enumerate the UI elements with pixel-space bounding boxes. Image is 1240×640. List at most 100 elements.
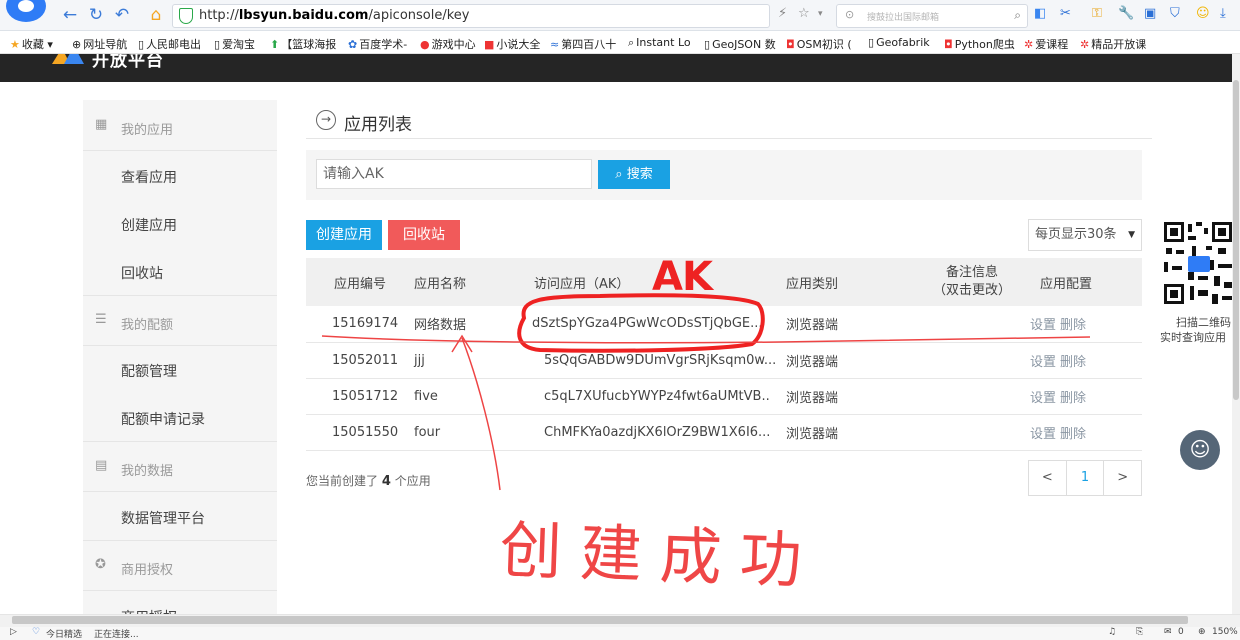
status-today[interactable]: 今日精选 [46, 627, 82, 640]
status-bar: ▷ ♡ 今日精选 正在连接... ♫ ⎘ ✉ 0 ⊕ 150% [0, 627, 1240, 640]
sidebar-item-label: 配额申请记录 [121, 412, 205, 428]
zoom-icon[interactable]: ⊕ [1198, 627, 1206, 637]
app-type: 浏览器端 [786, 318, 839, 334]
sidebar-toggle-icon[interactable]: ▷ [10, 627, 17, 637]
bookmark-item[interactable]: ≈ 第四百八十 [550, 36, 616, 52]
home-icon[interactable]: ⌂ [146, 4, 166, 26]
prev-page-button[interactable]: < [1029, 461, 1067, 495]
bookmark-item[interactable]: ✲ 精品开放课 [1080, 36, 1146, 52]
bookmark-item[interactable]: ⬆ 【篮球海报 [270, 36, 336, 52]
bookmarks-bar: ★ 收藏 ▾ ⊕ 网址导航 ▯ 人民邮电出 ▯ 爱淘宝 ⬆ 【篮球海报 ✿ 百度学术- ● 游… [0, 31, 1240, 54]
app-name: jjj [414, 352, 425, 368]
download-icon[interactable]: ⤓ [1220, 6, 1226, 22]
app-id: 15051712 [332, 388, 399, 404]
bookmark-item[interactable]: ▯ 爱淘宝 [214, 36, 255, 52]
bookmark-favorites[interactable]: ★ 收藏 ▾ [10, 36, 53, 52]
arrow-circle-icon: → [316, 110, 336, 130]
app-id: 15052011 [332, 352, 399, 368]
settings-link[interactable]: 设置 [1030, 391, 1056, 406]
page-header: → 应用列表 [306, 100, 1152, 139]
table-row: 15052011 jjj 5sQqGABDw9DUmVgrSRjKsqm0w..… [306, 342, 1142, 378]
sidebar-item-quota-manage[interactable]: 配额管理 [83, 345, 277, 393]
bookmark-item[interactable]: ■ 小说大全 [484, 36, 540, 52]
screenshot-icon[interactable]: ▣ [1144, 6, 1156, 22]
vertical-scroll-thumb[interactable] [1233, 80, 1239, 400]
delete-link[interactable]: 删除 [1060, 391, 1086, 406]
app-remark[interactable] [914, 414, 1030, 450]
chat-icon[interactable]: ☺ [1180, 430, 1220, 470]
browser-search-box[interactable]: ⊙ 搜鼓拉出国际邮箱 ⌕ [836, 4, 1028, 28]
bookmark-item[interactable]: ✿ 百度学术- [348, 36, 407, 52]
extension-icon[interactable]: ◧ [1034, 6, 1046, 22]
search-button-label: 搜索 [626, 167, 653, 182]
delete-link[interactable]: 删除 [1060, 427, 1086, 442]
list-icon: ☰ [95, 312, 107, 327]
caret-down-icon: ▼ [1128, 230, 1135, 240]
app-ak: c5qL7XUfucbYWYPz4fwt6aUMtVB.. [544, 388, 770, 404]
per-page-select[interactable]: 每页显示30条 ▼ [1028, 219, 1142, 251]
scissors-icon[interactable]: ✂ [1060, 6, 1071, 22]
address-bar[interactable]: http://lbsyun.baidu.com/apiconsole/key [172, 4, 770, 28]
bookmark-item[interactable]: ⌕ Instant Lo [628, 36, 691, 50]
bookmark-item[interactable]: ◘ Python爬虫 [944, 36, 1015, 52]
app-remark[interactable] [914, 342, 1030, 378]
page-button[interactable]: 1 [1067, 461, 1105, 495]
sidebar-item-recycle-bin[interactable]: 回收站 [83, 247, 277, 296]
bookmark-item[interactable]: ▯ GeoJSON 数 [704, 36, 776, 52]
sidebar-item-view-apps[interactable]: 查看应用 [83, 151, 277, 199]
delete-link[interactable]: 删除 [1060, 318, 1086, 333]
horizontal-scroll-thumb[interactable] [12, 616, 1188, 624]
app-ak: dSztSpYGza4PGwWcODsSTjQbGE... [532, 316, 763, 332]
browser-search-placeholder: 搜鼓拉出国际邮箱 [867, 13, 940, 23]
lightning-icon[interactable]: ⚡ [778, 6, 787, 22]
sidebar-item-quota-requests[interactable]: 配额申请记录 [83, 393, 277, 442]
site-logo-icon [52, 54, 84, 64]
message-icon[interactable]: ✉ [1164, 627, 1172, 637]
undo-icon[interactable]: ↶ [112, 4, 132, 26]
sidebar-group-commercial[interactable]: ✪ 商用授权 [83, 542, 277, 591]
table-row: 15051712 five c5qL7XUfucbYWYPz4fwt6aUMtV… [306, 378, 1142, 414]
col-header-config: 应用配置 [1040, 276, 1093, 292]
smiley-icon[interactable]: ☺ [1196, 6, 1210, 22]
col-header-id: 应用编号 [334, 276, 387, 292]
wrench-icon[interactable]: 🔧 [1118, 6, 1134, 22]
bookmark-item[interactable]: ▯ 人民邮电出 [138, 36, 201, 52]
app-name: five [414, 388, 438, 404]
zoom-level[interactable]: 150% [1212, 627, 1238, 637]
next-page-button[interactable]: > [1104, 461, 1141, 495]
settings-link[interactable]: 设置 [1030, 427, 1056, 442]
settings-link[interactable]: 设置 [1030, 355, 1056, 370]
sidebar-item-data-platform[interactable]: 数据管理平台 [83, 492, 277, 541]
sidebar-group-my-apps[interactable]: ▦ 我的应用 [83, 102, 277, 151]
remark-header-line1: 备注信息 [945, 265, 998, 280]
star-icon[interactable]: ☆ [798, 6, 810, 22]
secure-shield-icon [179, 8, 193, 24]
clipboard-icon[interactable]: ⎘ [1136, 627, 1143, 637]
shield-icon[interactable]: ⛉ [1170, 6, 1180, 22]
search-icon[interactable]: ⌕ [1014, 8, 1021, 23]
sidebar-item-commercial[interactable]: 商用授权 [83, 591, 277, 615]
ak-search-input[interactable] [316, 159, 592, 189]
app-remark[interactable] [914, 378, 1030, 414]
sidebar-group-my-quota[interactable]: ☰ 我的配额 [83, 297, 277, 346]
refresh-icon[interactable]: ↻ [86, 4, 106, 26]
bookmark-item[interactable]: ● 游戏中心 [420, 36, 476, 52]
dropdown-icon[interactable]: ▾ [818, 6, 823, 22]
delete-link[interactable]: 删除 [1060, 355, 1086, 370]
sidebar-group-my-data[interactable]: ▤ 我的数据 [83, 443, 277, 492]
create-app-button[interactable]: 创建应用 [306, 220, 382, 250]
settings-link[interactable]: 设置 [1030, 318, 1056, 333]
bookmark-item[interactable]: ✲ 爱课程 [1024, 36, 1068, 52]
search-button[interactable]: ⌕ 搜索 [598, 160, 670, 189]
speaker-icon[interactable]: ♫ [1108, 627, 1116, 637]
bookmark-item[interactable]: ◘ OSM初识 ( [786, 36, 852, 52]
bookmark-item[interactable]: ▯ Geofabrik [868, 36, 930, 49]
key-icon[interactable]: ⚿ [1092, 6, 1102, 22]
recycle-bin-button[interactable]: 回收站 [388, 220, 460, 250]
back-icon[interactable]: ← [60, 4, 80, 26]
col-header-name: 应用名称 [414, 276, 467, 292]
bookmark-item[interactable]: ⊕ 网址导航 [72, 36, 127, 52]
sidebar-item-create-app[interactable]: 创建应用 [83, 199, 277, 247]
table-header-row: 应用编号 应用名称 访问应用（AK） 应用类别 备注信息 （双击更改） 应用配置 [306, 258, 1142, 306]
app-remark[interactable] [914, 306, 1030, 342]
